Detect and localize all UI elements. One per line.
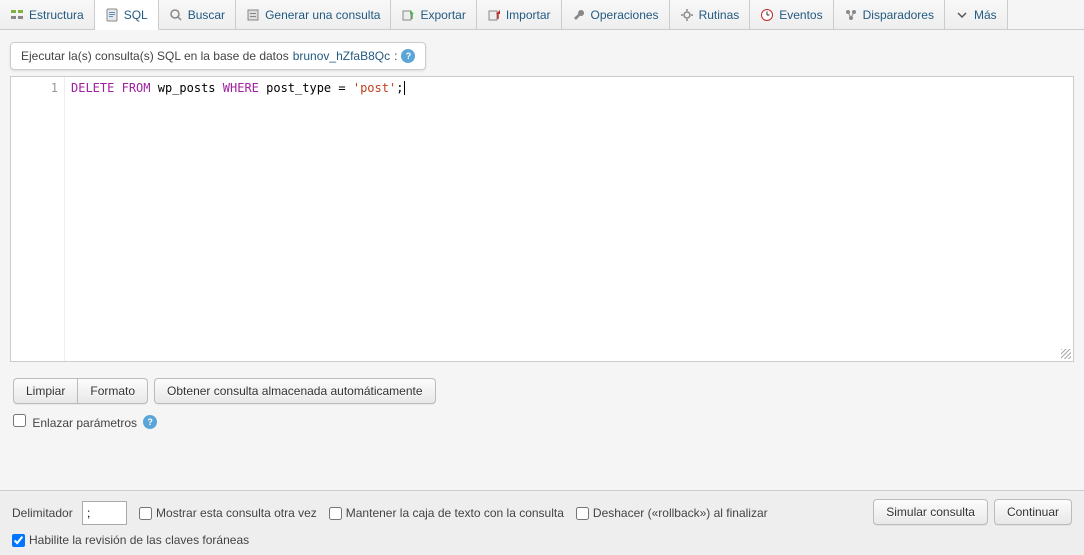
line-number: 1 (11, 81, 58, 95)
bottom-bar: Delimitador Mostrar esta consulta otra v… (0, 490, 1084, 555)
bind-params-text: Enlazar parámetros (32, 416, 137, 430)
structure-icon (10, 8, 24, 22)
show-again-label[interactable]: Mostrar esta consulta otra vez (139, 506, 317, 520)
header-prefix: Ejecutar la(s) consulta(s) SQL en la bas… (21, 49, 289, 63)
bottom-right-buttons: Simular consulta Continuar (873, 499, 1072, 525)
fk-check-text: Habilite la revisión de las claves forán… (29, 533, 249, 547)
editor-code-area[interactable]: DELETE FROM wp_posts WHERE post_type = '… (65, 77, 1073, 361)
keep-box-text: Mantener la caja de texto con la consult… (346, 506, 564, 520)
fk-check-label[interactable]: Habilite la revisión de las claves forán… (12, 533, 249, 547)
fk-row: Habilite la revisión de las claves forán… (12, 533, 1072, 547)
tab-routines[interactable]: Rutinas (670, 0, 751, 29)
tab-import[interactable]: Importar (477, 0, 562, 29)
bind-params-checkbox[interactable] (13, 414, 26, 427)
editor-gutter: 1 (11, 77, 65, 361)
sql-token: DELETE (71, 81, 114, 95)
delimiter-group: Delimitador (12, 501, 127, 525)
sql-token: FROM (122, 81, 151, 95)
tab-label: SQL (124, 8, 148, 22)
keep-box-checkbox[interactable] (329, 507, 342, 520)
delimiter-input[interactable] (82, 501, 127, 525)
rollback-checkbox[interactable] (576, 507, 589, 520)
bind-params-row: Enlazar parámetros ? (13, 414, 1071, 430)
tab-label: Generar una consulta (265, 8, 380, 22)
text-cursor (404, 81, 405, 95)
help-icon[interactable]: ? (143, 415, 157, 429)
gear-icon (680, 8, 694, 22)
chevron-down-icon (955, 8, 969, 22)
generate-icon (246, 8, 260, 22)
tab-sql[interactable]: SQL (95, 0, 159, 30)
sql-token: ; (396, 81, 403, 95)
sql-content: Ejecutar la(s) consulta(s) SQL en la bas… (0, 30, 1084, 452)
tab-label: Rutinas (699, 8, 740, 22)
autosave-button[interactable]: Obtener consulta almacenada automáticame… (154, 378, 436, 404)
export-icon (401, 8, 415, 22)
tab-more[interactable]: Más (945, 0, 1008, 29)
tab-label: Exportar (420, 8, 465, 22)
triggers-icon (844, 8, 858, 22)
sql-token: 'post' (353, 81, 396, 95)
header-suffix: : (394, 49, 397, 63)
tab-label: Buscar (188, 8, 225, 22)
delimiter-label: Delimitador (12, 506, 73, 520)
sql-editor[interactable]: 1 DELETE FROM wp_posts WHERE post_type =… (10, 76, 1074, 362)
bind-params-label[interactable]: Enlazar parámetros (13, 414, 137, 430)
sql-token: wp_posts (158, 81, 216, 95)
tabs-bar: Estructura SQL Buscar Generar una consul… (0, 0, 1084, 30)
clear-button[interactable]: Limpiar (13, 378, 77, 404)
tab-generate[interactable]: Generar una consulta (236, 0, 391, 29)
resize-handle[interactable] (1061, 349, 1071, 359)
tab-search[interactable]: Buscar (159, 0, 236, 29)
search-icon (169, 8, 183, 22)
fk-check-checkbox[interactable] (12, 534, 25, 547)
import-icon (487, 8, 501, 22)
tab-label: Importar (506, 8, 551, 22)
clock-icon (760, 8, 774, 22)
tab-label: Más (974, 8, 997, 22)
tab-operations[interactable]: Operaciones (562, 0, 670, 29)
tab-events[interactable]: Eventos (750, 0, 833, 29)
database-link[interactable]: brunov_hZfaB8Qc (293, 49, 390, 63)
sql-token: = (338, 81, 345, 95)
sql-token: WHERE (223, 81, 259, 95)
tab-label: Operaciones (591, 8, 659, 22)
tab-label: Disparadores (863, 8, 934, 22)
format-button[interactable]: Formato (77, 378, 148, 404)
tab-label: Estructura (29, 8, 84, 22)
tab-label: Eventos (779, 8, 822, 22)
wrench-icon (572, 8, 586, 22)
tab-export[interactable]: Exportar (391, 0, 476, 29)
simulate-button[interactable]: Simular consulta (873, 499, 988, 525)
editor-buttons: Limpiar Formato Obtener consulta almacen… (13, 378, 1071, 404)
rollback-text: Deshacer («rollback») al finalizar (593, 506, 768, 520)
tab-structure[interactable]: Estructura (0, 0, 95, 29)
help-icon[interactable]: ? (401, 49, 415, 63)
show-again-text: Mostrar esta consulta otra vez (156, 506, 317, 520)
query-header: Ejecutar la(s) consulta(s) SQL en la bas… (10, 42, 426, 70)
tab-triggers[interactable]: Disparadores (834, 0, 945, 29)
rollback-label[interactable]: Deshacer («rollback») al finalizar (576, 506, 768, 520)
go-button[interactable]: Continuar (994, 499, 1072, 525)
sql-icon (105, 8, 119, 22)
sql-token: post_type (266, 81, 331, 95)
keep-box-label[interactable]: Mantener la caja de texto con la consult… (329, 506, 564, 520)
show-again-checkbox[interactable] (139, 507, 152, 520)
